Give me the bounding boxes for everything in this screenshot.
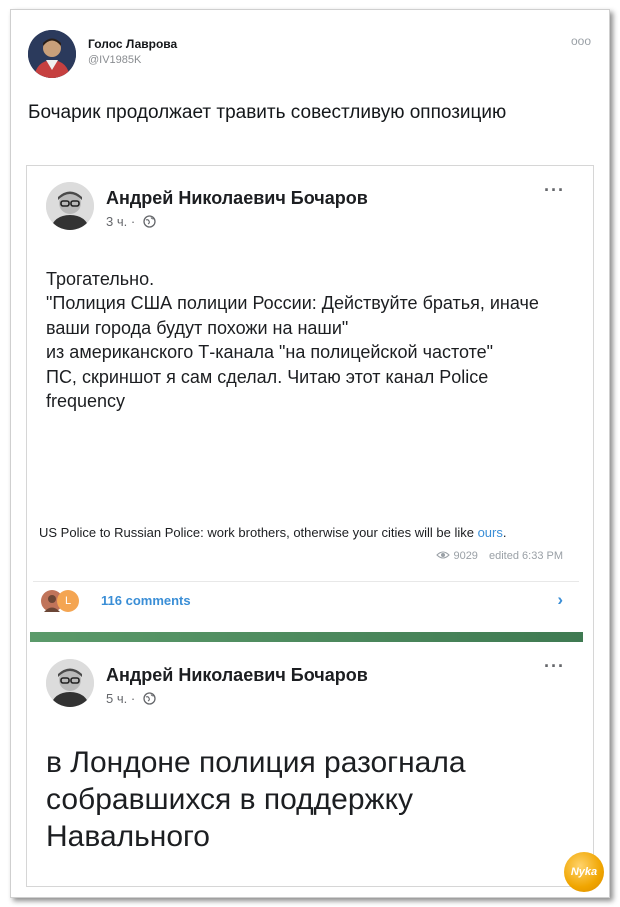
telegram-comments-bar[interactable]: L 116 comments › <box>33 581 579 620</box>
person-icon <box>46 659 94 707</box>
tweet-author-avatar[interactable] <box>28 30 76 78</box>
fb-author-avatar[interactable] <box>46 659 94 707</box>
person-icon <box>28 30 76 78</box>
fb-more-icon[interactable]: ··· <box>544 180 565 201</box>
fb-more-icon[interactable]: ··· <box>544 656 565 677</box>
fb-post-time[interactable]: 3 ч. · <box>106 214 135 229</box>
telegram-comments-count[interactable]: 116 comments <box>101 593 191 608</box>
fb-post-text: Трогательно. "Полиция США полиции России… <box>46 269 539 412</box>
eye-icon <box>436 551 451 559</box>
telegram-message-end: . <box>502 525 507 540</box>
watermark-logo: Nyka <box>564 852 604 892</box>
tweet-author-name[interactable]: Голос Лаврова <box>88 37 177 51</box>
globe-icon <box>142 692 156 705</box>
fb-post-meta: 3 ч. · <box>106 213 156 231</box>
facebook-post-2: Андрей Николаевич Бочаров 5 ч. · ··· в Л… <box>30 644 583 882</box>
telegram-edited: edited 6:33 PM <box>489 550 563 562</box>
screenshot-frame: Голос Лаврова @IV1985K ooo Бочарик продо… <box>10 9 610 898</box>
telegram-message-link[interactable]: ours <box>478 525 503 540</box>
telegram-views: 9029 <box>453 550 478 562</box>
telegram-message-text: US Police to Russian Police: work brothe… <box>39 523 559 543</box>
telegram-message-meta: 9029 edited 6:33 PM <box>436 550 563 562</box>
telegram-post-screenshot: US Police to Russian Police: work brothe… <box>33 506 579 630</box>
person-icon <box>46 182 94 230</box>
embedded-image: Андрей Николаевич Бочаров 3 ч. · ··· Тро… <box>26 165 594 887</box>
commenter-avatar-letter: L <box>57 590 79 612</box>
telegram-message-main: US Police to Russian Police: work brothe… <box>39 525 478 540</box>
fb-author-avatar[interactable] <box>46 182 94 230</box>
telegram-background-strip <box>30 632 583 642</box>
fb-post-meta: 5 ч. · <box>106 690 156 708</box>
chevron-right-icon[interactable]: › <box>557 590 563 610</box>
tweet-more-icon[interactable]: ooo <box>571 34 591 48</box>
fb-post-text: в Лондоне полиция разогнала собравшихся … <box>46 746 466 853</box>
facebook-post-1: Андрей Николаевич Бочаров 3 ч. · ··· Тро… <box>30 170 583 633</box>
fb-post-time[interactable]: 5 ч. · <box>106 691 135 706</box>
tweet-author-handle[interactable]: @IV1985K <box>88 54 141 66</box>
globe-icon <box>142 215 156 228</box>
fb-author-name[interactable]: Андрей Николаевич Бочаров <box>106 188 368 209</box>
tweet-text: Бочарик продолжает травить совестливую о… <box>28 102 507 123</box>
fb-author-name[interactable]: Андрей Николаевич Бочаров <box>106 665 368 686</box>
